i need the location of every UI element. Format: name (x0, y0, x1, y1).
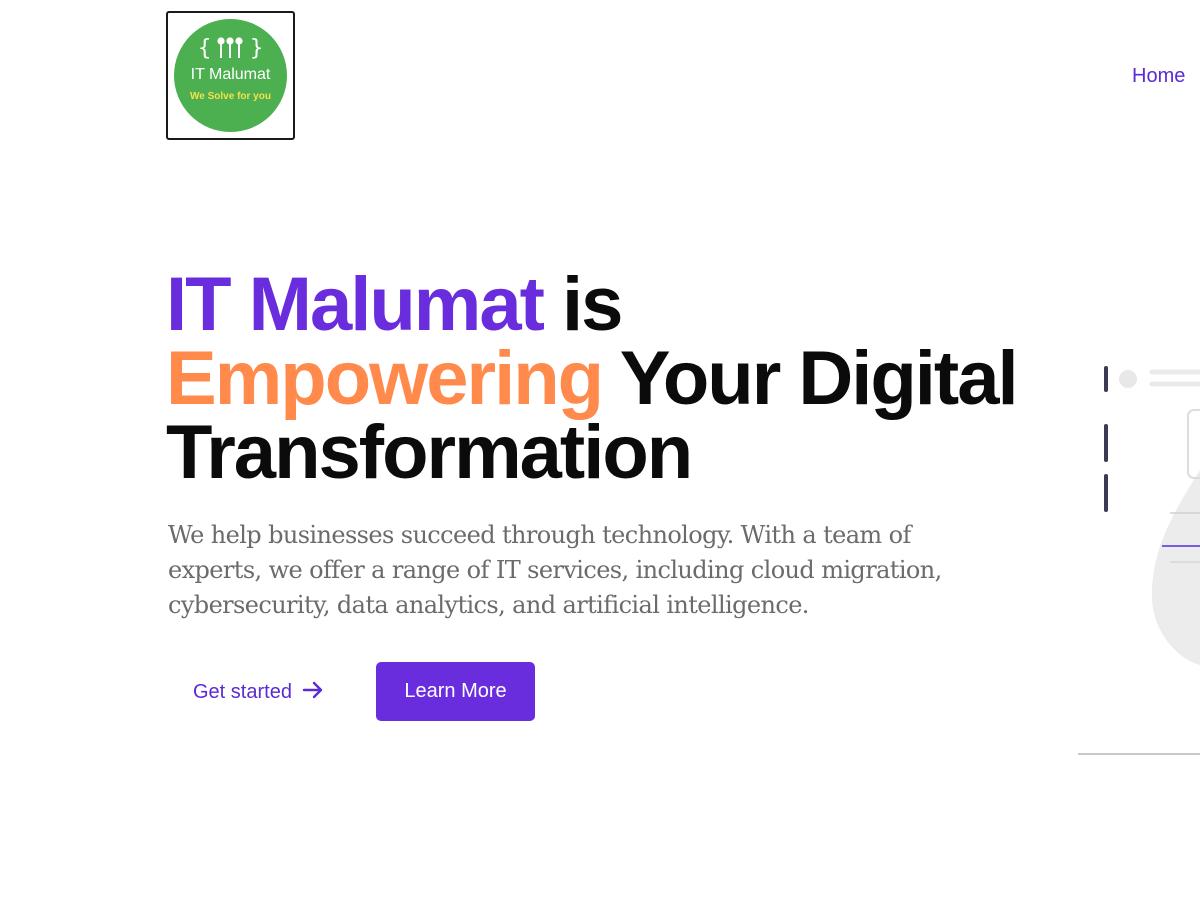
hero-title-brand: IT Malumat (166, 262, 545, 347)
svg-text:{: { (198, 36, 211, 61)
hero-title: IT Malumat is Empowering Your Digital Tr… (166, 267, 1026, 491)
hero-description: We help businesses succeed through techn… (168, 521, 942, 619)
logo-tagline: We Solve for you (190, 91, 271, 102)
logo-name: IT Malumat (190, 66, 271, 83)
nav-link-home[interactable]: Home (1132, 64, 1185, 88)
get-started-link[interactable]: Get started (193, 678, 324, 706)
page: { } IT Malumat We Solve for you Home IT … (0, 0, 1200, 900)
hero-title-highlight: Empowering (166, 336, 604, 421)
arrow-right-icon (302, 679, 324, 707)
get-started-label: Get started (193, 681, 292, 703)
svg-text:}: } (250, 36, 263, 61)
code-circuit-icon: { } (174, 33, 287, 63)
learn-more-button[interactable]: Learn More (376, 662, 535, 721)
logo-badge: { } IT Malumat We Solve for you (174, 19, 287, 132)
hero-illustration (1070, 360, 1200, 770)
site-logo[interactable]: { } IT Malumat We Solve for you (166, 11, 295, 140)
hero-title-is: is (542, 262, 623, 347)
